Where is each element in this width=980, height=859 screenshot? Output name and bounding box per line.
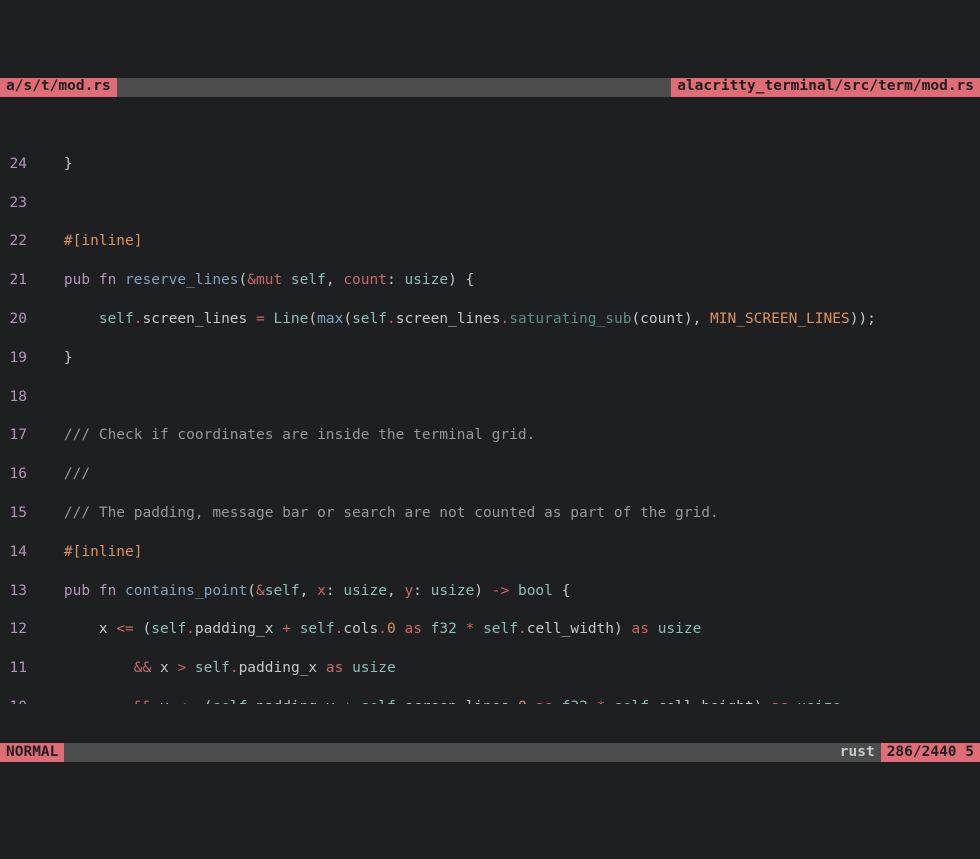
code-line[interactable] [29,388,980,407]
gutter: 21 [2,271,29,290]
buffer-path-full: alacritty_terminal/src/term/mod.rs [671,78,980,97]
code-line[interactable]: /// The padding, message bar or search a… [29,504,980,523]
code-line[interactable]: } [29,349,980,368]
gutter: 22 [2,232,29,251]
code-line[interactable]: } [29,155,980,174]
code-line[interactable]: && y <= (self.padding_y + self.screen_li… [29,698,980,704]
gutter: 17 [2,426,29,445]
status-spacer [64,743,833,762]
gutter: 24 [2,155,29,174]
position-indicator: 286/2440 5 [881,743,980,762]
code-line[interactable]: && x > self.padding_x as usize [29,659,980,678]
gutter: 13 [2,582,29,601]
code-line[interactable]: /// [29,465,980,484]
gutter: 16 [2,465,29,484]
code-line[interactable]: self.screen_lines = Line(max(self.screen… [29,310,980,329]
gutter: 15 [2,504,29,523]
status-bar: NORMAL rust 286/2440 5 [0,743,980,762]
gutter: 12 [2,620,29,639]
code-line[interactable]: x <= (self.padding_x + self.cols.0 as f3… [29,620,980,639]
filetype-indicator: rust [834,743,881,762]
code-line[interactable]: #[inline] [29,543,980,562]
gutter: 11 [2,659,29,678]
code-line[interactable]: pub fn reserve_lines(&mut self, count: u… [29,271,980,290]
gutter: 10 [2,698,29,704]
gutter: 23 [2,194,29,213]
mode-indicator: NORMAL [0,743,64,762]
top-bar: a/s/t/mod.rs alacritty_terminal/src/term… [0,78,980,97]
gutter: 20 [2,310,29,329]
code-line[interactable] [29,194,980,213]
code-line[interactable]: #[inline] [29,232,980,251]
code-line[interactable]: /// Check if coordinates are inside the … [29,426,980,445]
gutter: 14 [2,543,29,562]
editor-viewport[interactable]: 24 } 23 22 #[inline] 21 pub fn reserve_l… [0,135,980,704]
gutter: 19 [2,349,29,368]
buffer-path-short: a/s/t/mod.rs [0,78,117,97]
code-line[interactable]: pub fn contains_point(&self, x: usize, y… [29,582,980,601]
gutter: 18 [2,388,29,407]
